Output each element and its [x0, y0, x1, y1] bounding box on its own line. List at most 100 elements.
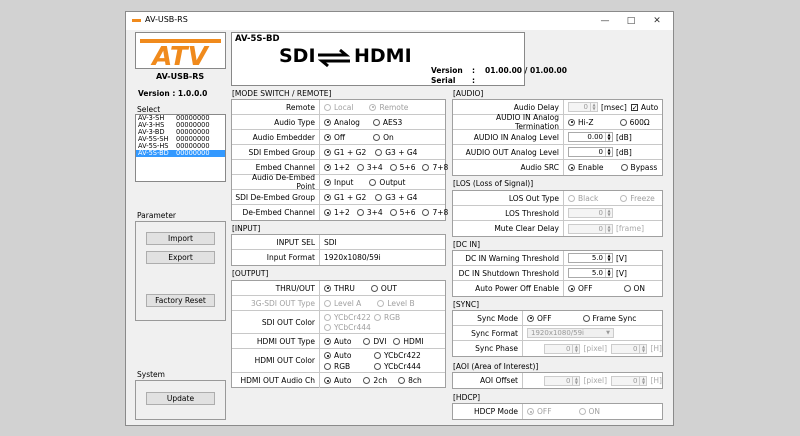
factory-reset-button[interactable]: Factory Reset [146, 294, 215, 307]
version-key: Version [431, 66, 463, 75]
deembed-output-radio[interactable]: Output [369, 178, 405, 187]
auto-off-on-radio[interactable]: ON [623, 284, 645, 293]
audio-table: Audio Delay 0 ▲ ▼ [msec] ✓ Auto AUDIO IN Ana… [452, 99, 663, 176]
maximize-icon[interactable]: □ [620, 14, 642, 28]
dc-shutdown-input[interactable]: 5.0 ▲ ▼ [568, 268, 613, 278]
src-enable-radio[interactable]: Enable [568, 163, 604, 172]
close-icon[interactable]: ✕ [646, 14, 668, 28]
hdmi-type-dvi-radio[interactable]: DVI [363, 337, 386, 346]
out-level-row: AUDIO OUT Analog Level 0 ▲ ▼ [dB] [453, 145, 662, 160]
deembed-ch56-radio[interactable]: 5+6 [389, 208, 415, 217]
sdi-rgb-radio: RGB [374, 313, 400, 322]
deembed-input-radio[interactable]: Input [324, 178, 353, 187]
device-model: AV-5S-BD [235, 34, 280, 44]
los-table: LOS Out Type Black Freeze LOS Threshold 0 ▲… [452, 190, 663, 237]
deembed-point-row: Audio De-Embed Point Input Output [232, 173, 445, 191]
hdmi-type-hdmi-radio[interactable]: HDMI [393, 337, 424, 346]
parameter-label: Parameter [137, 211, 177, 220]
app-window: AV-USB-RS — □ ✕ ATV AV-USB-RS Version : … [125, 11, 674, 426]
mute-delay-row: Mute Clear Delay 0 ▲ ▼ [frame] [453, 221, 662, 236]
embed-ch56-radio[interactable]: 5+6 [389, 163, 415, 172]
app-version: Version : 1.0.0.0 [138, 89, 208, 98]
hiz-radio[interactable]: Hi-Z [568, 118, 594, 127]
section-sync: [SYNC] [453, 300, 480, 309]
embedder-off-radio[interactable]: Off [324, 133, 345, 142]
sdi-title: SDI [279, 45, 316, 67]
frame-sync-radio[interactable]: Frame Sync [582, 314, 636, 323]
embed-ch78-radio[interactable]: 7+8 [422, 163, 448, 172]
embed-g3g4-radio[interactable]: G3 + G4 [375, 148, 417, 157]
hdmi-type-auto-radio[interactable]: Auto [324, 337, 351, 346]
app-icon [132, 19, 141, 22]
hdmi-out-type-row: HDMI OUT Type Auto DVI HDMI [232, 334, 445, 349]
device-list-item[interactable]: AV-5S-BD 00000000 [136, 150, 225, 157]
aoi-offset-h-input: 0 ▲ ▼ [611, 375, 648, 386]
auto-off-off-radio[interactable]: OFF [568, 284, 593, 293]
sync-table: Sync Mode OFF Frame Sync Sync Format 1920x… [452, 310, 663, 357]
audio-type-row: Audio Type Analog AES3 [232, 115, 445, 130]
audio-delay-auto-checkbox[interactable]: ✓ Auto [630, 103, 658, 112]
embedder-on-radio[interactable]: On [373, 133, 394, 142]
deembed-ch34-radio[interactable]: 3+4 [356, 208, 383, 217]
version-value: 01.00.00 / 01.00.00 [485, 66, 567, 75]
out-radio[interactable]: OUT [370, 284, 397, 293]
section-input: [INPUT] [232, 224, 261, 233]
level-a-radio: Level A [324, 299, 361, 308]
los-black-radio: Black [568, 194, 598, 203]
device-header: AV-5S-BD SDI HDMI Version : 01.00.00 / 0… [231, 32, 567, 86]
app-name: AV-USB-RS [156, 72, 205, 81]
dc-warning-input[interactable]: 5.0 ▲ ▼ [568, 253, 613, 263]
system-label: System [137, 370, 165, 379]
import-button[interactable]: Import [146, 232, 215, 245]
hdmi-out-color-row: HDMI OUT Color Auto YCbCr422 RGB YCbCr44… [232, 349, 445, 373]
hdcp-mode-row: HDCP Mode OFF ON [453, 404, 662, 419]
hdcp-off-radio: OFF [527, 407, 552, 416]
analog-radio[interactable]: Analog [324, 118, 360, 127]
hdmi-audio-8ch-radio[interactable]: 8ch [398, 376, 422, 385]
600ohm-radio[interactable]: 600Ω [619, 118, 650, 127]
embed-ch12-radio[interactable]: 1+2 [324, 163, 350, 172]
hdmi-color-ycbcr422-radio[interactable]: YCbCr422 [374, 351, 421, 360]
thru-radio[interactable]: THRU [324, 284, 355, 293]
hdmi-title: HDMI [354, 45, 412, 67]
deembed-g1g2-radio[interactable]: G1 + G2 [324, 193, 366, 202]
out-level-input[interactable]: 0 ▲ ▼ [568, 147, 613, 157]
audio-delay-input: 0 ▲ ▼ [568, 102, 598, 112]
update-button[interactable]: Update [146, 392, 215, 405]
embed-ch34-radio[interactable]: 3+4 [356, 163, 383, 172]
convert-arrows-icon [317, 48, 351, 68]
section-mode: [MODE SWITCH / REMOTE] [232, 89, 332, 98]
auto-power-off-row: Auto Power Off Enable OFF ON [453, 281, 662, 296]
hdmi-color-rgb-radio[interactable]: RGB [324, 362, 350, 371]
los-out-type-row: LOS Out Type Black Freeze [453, 191, 662, 206]
deembed-ch78-radio[interactable]: 7+8 [422, 208, 448, 217]
sync-phase-pixel-input: 0 ▲ ▼ [544, 343, 581, 354]
hdmi-color-ycbcr444-radio[interactable]: YCbCr444 [374, 362, 421, 371]
sync-off-radio[interactable]: OFF [527, 314, 552, 323]
deembed-ch12-radio[interactable]: 1+2 [324, 208, 350, 217]
deembed-g3g4-radio[interactable]: G3 + G4 [375, 193, 417, 202]
in-level-input[interactable]: 0.00 ▲ ▼ [568, 132, 613, 142]
dc-warning-row: DC IN Warning Threshold 5.0 ▲ ▼ [V] [453, 251, 662, 266]
atv-logo: ATV [135, 32, 226, 72]
section-dcin: [DC IN] [453, 240, 481, 249]
aes3-radio[interactable]: AES3 [372, 118, 402, 127]
input-table: INPUT SEL SDI Input Format 1920x1080/59i [231, 234, 446, 266]
export-button[interactable]: Export [146, 251, 215, 264]
minimize-icon[interactable]: — [594, 14, 616, 28]
src-bypass-radio[interactable]: Bypass [620, 163, 657, 172]
hdmi-audio-2ch-radio[interactable]: 2ch [363, 376, 387, 385]
hdmi-color-auto-radio[interactable]: Auto [324, 351, 351, 360]
in-level-row: AUDIO IN Analog Level 0.00 ▲ ▼ [dB] [453, 130, 662, 145]
aoi-table: AOI Offset 0 ▲ ▼ [pixel] 0 ▲ ▼ [H] [452, 372, 663, 389]
sdi-out-color-row: SDI OUT Color YCbCr422 RGB YCbCr444 [232, 311, 445, 334]
embed-g1g2-radio[interactable]: G1 + G2 [324, 148, 366, 157]
device-list[interactable]: AV-3-SH 00000000 AV-3-HS 00000000 AV-3-BD 000… [135, 114, 226, 182]
mute-delay-input: 0 ▲ ▼ [568, 223, 613, 234]
deembed-channel-row: De-Embed Channel 1+2 3+4 5+6 7+8 [232, 205, 448, 220]
remote-radio: Remote [369, 103, 408, 112]
hdmi-audio-auto-radio[interactable]: Auto [324, 376, 351, 385]
local-radio: Local [324, 103, 353, 112]
input-format-value: 1920x1080/59i [324, 253, 381, 262]
input-format-row: Input Format 1920x1080/59i [232, 250, 445, 265]
